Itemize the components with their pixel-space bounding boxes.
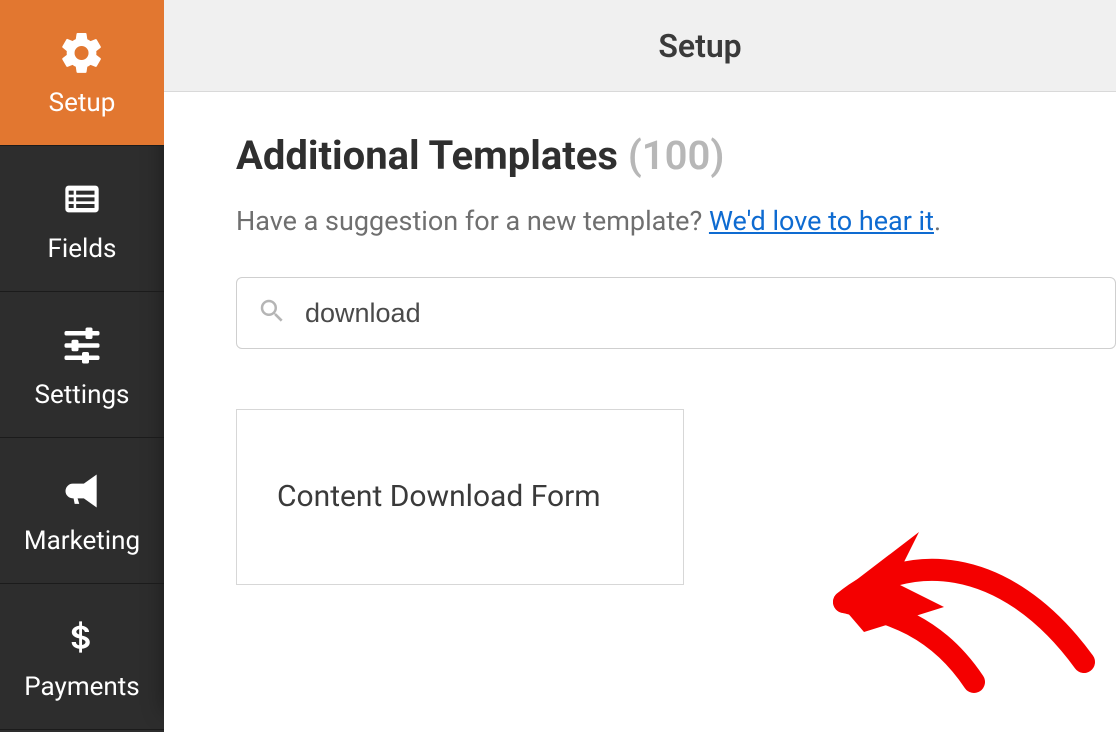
main-panel: Setup Additional Templates (100) Have a … (164, 0, 1116, 732)
annotation-arrow (824, 512, 1116, 712)
sliders-icon (52, 320, 112, 370)
subtext: Have a suggestion for a new template? We… (236, 205, 1116, 237)
suggestion-link[interactable]: We'd love to hear it (709, 205, 934, 237)
list-icon (52, 174, 112, 224)
heading-count: (100) (628, 132, 724, 179)
dollar-icon (52, 612, 112, 662)
sidebar-item-fields[interactable]: Fields (0, 146, 164, 292)
template-card[interactable]: Content Download Form (236, 409, 684, 585)
sidebar-item-marketing[interactable]: Marketing (0, 438, 164, 584)
sidebar-item-label: Fields (48, 234, 117, 264)
sidebar-item-label: Marketing (24, 526, 140, 556)
bullhorn-icon (52, 466, 112, 516)
sidebar-item-payments[interactable]: Payments (0, 584, 164, 730)
gear-icon (52, 28, 112, 78)
sidebar-item-label: Setup (49, 88, 116, 118)
search-input[interactable] (305, 298, 1095, 329)
content: Additional Templates (100) Have a sugges… (164, 92, 1116, 585)
subtext-tail: . (934, 205, 941, 237)
sidebar-item-label: Payments (24, 672, 139, 702)
sidebar-item-setup[interactable]: Setup (0, 0, 164, 146)
search-icon (257, 296, 305, 330)
heading: Additional Templates (100) (236, 132, 1116, 179)
page-title: Setup (658, 27, 741, 65)
template-card-title: Content Download Form (277, 476, 601, 518)
sidebar: Setup Fields Settings Marketing Payments (0, 0, 164, 732)
subtext-text: Have a suggestion for a new template? (236, 205, 709, 237)
sidebar-item-label: Settings (35, 380, 130, 410)
search-box[interactable] (236, 277, 1116, 349)
sidebar-item-settings[interactable]: Settings (0, 292, 164, 438)
titlebar: Setup (164, 0, 1116, 92)
heading-text: Additional Templates (236, 132, 618, 179)
